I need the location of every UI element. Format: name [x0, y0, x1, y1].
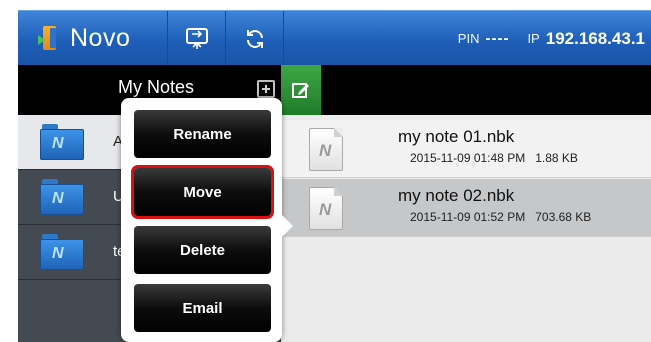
folder-icon: N	[40, 234, 84, 270]
delete-button[interactable]: Delete	[134, 226, 271, 274]
notes-panel-header	[281, 65, 651, 115]
note-size: 703.68 KB	[535, 210, 592, 224]
note-meta: 2015-11-09 01:48 PM 1.88 KB	[410, 151, 578, 165]
note-size: 1.88 KB	[535, 151, 578, 165]
note-name: my note 01.nbk	[398, 127, 515, 146]
pin-value: ----	[485, 30, 510, 47]
ip-value: 192.168.43.1	[545, 28, 645, 48]
app-title: Novo	[70, 24, 131, 52]
folder-icon: N	[40, 179, 84, 215]
present-button[interactable]	[168, 11, 226, 66]
novo-logo-icon	[38, 24, 60, 54]
refresh-button[interactable]	[226, 11, 284, 66]
context-menu-pointer	[282, 215, 293, 237]
note-file-icon: N	[309, 187, 343, 230]
note-file-icon: N	[309, 128, 343, 171]
note-date: 2015-11-09 01:52 PM	[410, 210, 526, 224]
note-item[interactable]: N my note 01.nbk 2015-11-09 01:48 PM 1.8…	[281, 120, 651, 178]
refresh-icon	[246, 29, 263, 48]
rename-button[interactable]: Rename	[134, 110, 271, 158]
note-item[interactable]: N my note 02.nbk 2015-11-09 01:52 PM 703…	[281, 179, 651, 237]
edit-note-button[interactable]	[281, 65, 321, 115]
edit-note-icon	[292, 83, 309, 98]
notes-panel: N my note 01.nbk 2015-11-09 01:48 PM 1.8…	[281, 65, 651, 342]
app-logo: Novo	[18, 11, 168, 66]
note-date: 2015-11-09 01:48 PM	[410, 151, 526, 165]
top-bar: Novo PIN ---- IP 192.168.43.1	[18, 10, 651, 66]
ip-label: IP	[527, 31, 540, 46]
pin-label: PIN	[457, 31, 480, 46]
add-folder-icon[interactable]	[257, 80, 275, 98]
note-name: my note 02.nbk	[398, 186, 515, 205]
note-meta: 2015-11-09 01:52 PM 703.68 KB	[410, 210, 591, 224]
move-button[interactable]: Move	[134, 168, 271, 216]
folder-icon: N	[40, 124, 84, 160]
app-window: Novo PIN ---- IP 192.168.43.1 My Notes N…	[18, 10, 651, 342]
screen-present-icon	[185, 27, 208, 49]
panel-title: My Notes	[118, 77, 195, 97]
email-button[interactable]: Email	[134, 284, 271, 332]
connection-info: PIN ---- IP 192.168.43.1	[458, 11, 645, 66]
context-menu: Rename Move Delete Email	[121, 98, 282, 342]
